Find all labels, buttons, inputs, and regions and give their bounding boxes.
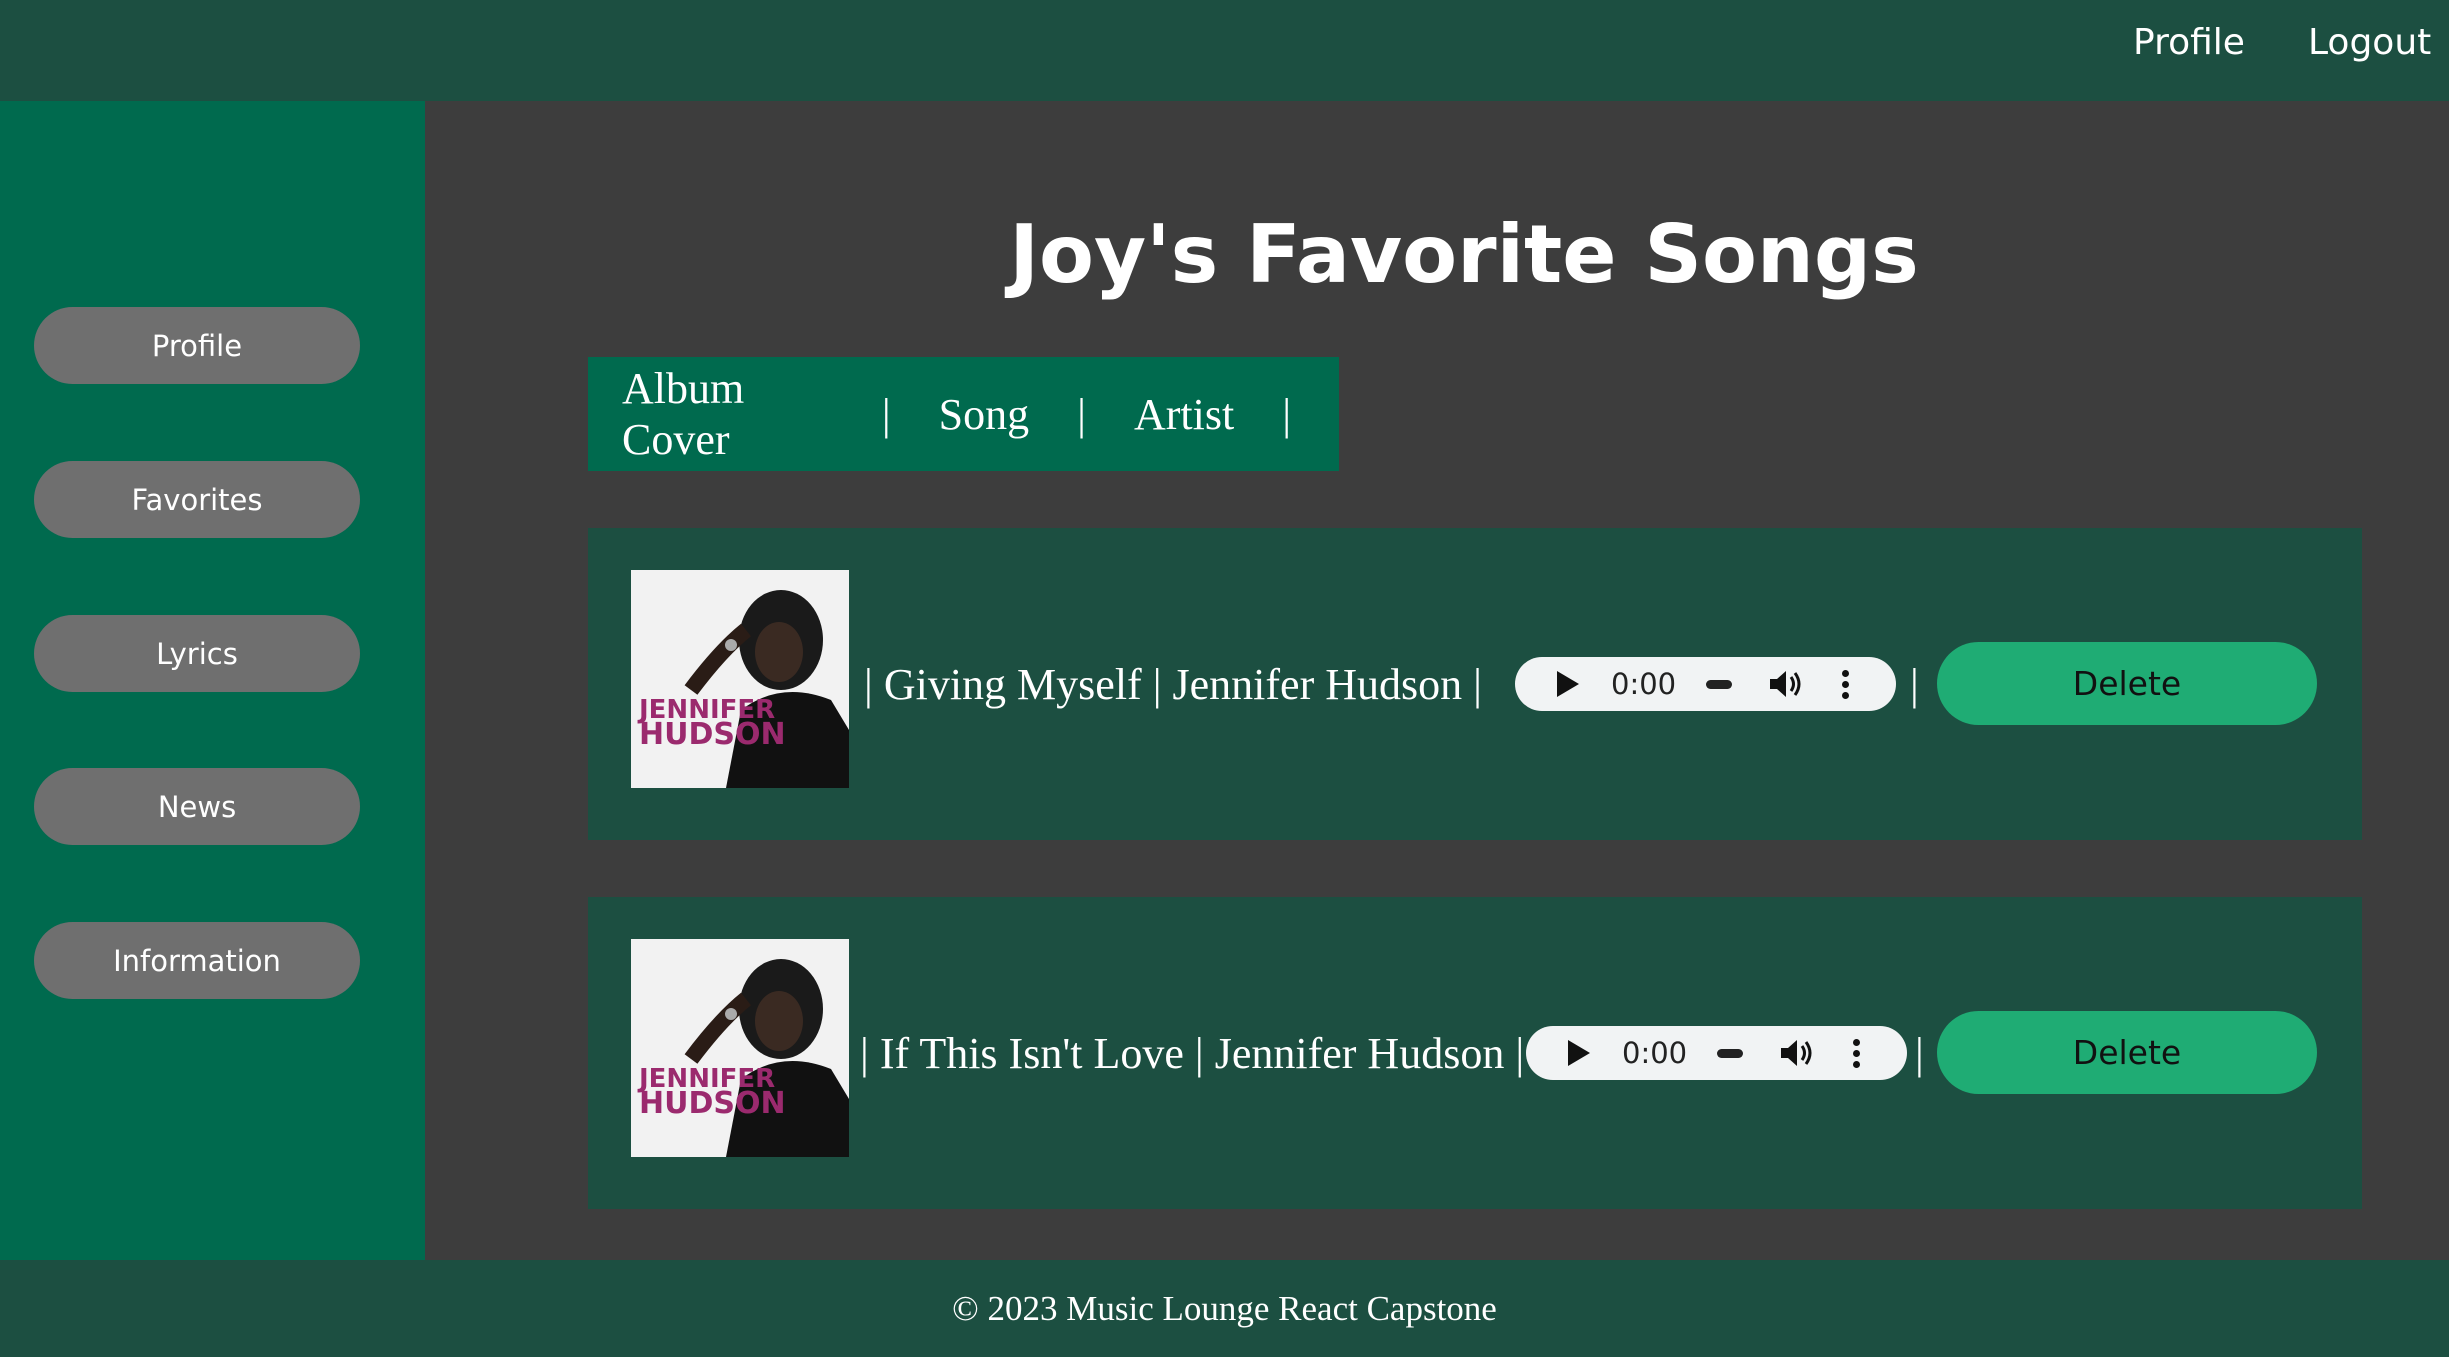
song-title: If This Isn't Love [879,1028,1184,1078]
song-row: JENNIFER HUDSON | If This Isn't Love | J… [588,897,2362,1209]
sidebar: Profile Favorites Lyrics News Informatio… [0,101,425,1260]
sidebar-item-information[interactable]: Information [34,922,360,999]
topnav-profile-link[interactable]: Profile [2133,22,2245,63]
header-song: Song [938,389,1030,439]
audio-time: 0:00 [1622,1036,1688,1070]
album-cover-image: JENNIFER HUDSON [631,939,849,1157]
sidebar-item-favorites[interactable]: Favorites [34,461,360,538]
footer: © 2023 Music Lounge React Capstone [0,1260,2449,1357]
audio-player[interactable]: 0:00 [1526,1026,1907,1080]
audio-player[interactable]: 0:00 [1515,657,1896,711]
song-artist: Jennifer Hudson [1172,659,1463,709]
song-info: | If This Isn't Love | Jennifer Hudson | [860,1028,1525,1078]
play-icon[interactable] [1557,671,1579,697]
svg-text:HUDSON: HUDSON [639,717,786,752]
song-title: Giving Myself [883,659,1142,709]
svg-text:HUDSON: HUDSON [639,1086,786,1121]
table-header: Album Cover | Song | Artist | [588,357,1339,471]
topnav-logout-link[interactable]: Logout [2308,22,2431,63]
delete-button[interactable]: Delete [1937,642,2317,725]
header-separator: | [881,389,891,439]
album-cover-art-icon: JENNIFER HUDSON [631,570,849,788]
audio-progress-slider[interactable] [1717,1048,1744,1058]
header-album-cover: Album Cover [622,364,745,464]
audio-time: 0:00 [1611,667,1677,701]
album-cover-image: JENNIFER HUDSON [631,570,849,788]
volume-icon[interactable] [1779,1037,1815,1069]
separator: | [1910,659,1919,709]
more-options-icon[interactable] [1842,669,1850,699]
header-separator: | [1077,389,1086,439]
song-info: | Giving Myself | Jennifer Hudson | [864,659,1482,709]
sidebar-item-news[interactable]: News [34,768,360,845]
top-navbar: Profile Logout [0,0,2449,101]
header-artist: Artist [1133,389,1235,439]
play-icon[interactable] [1568,1040,1590,1066]
song-artist: Jennifer Hudson [1214,1028,1505,1078]
header-separator: | [1282,389,1291,439]
audio-progress-slider[interactable] [1706,679,1733,689]
song-row: JENNIFER HUDSON | Giving Myself | Jennif… [588,528,2362,840]
page-title: Joy's Favorite Songs [1009,208,1919,301]
sidebar-item-profile[interactable]: Profile [34,307,360,384]
delete-button[interactable]: Delete [1937,1011,2317,1094]
more-options-icon[interactable] [1853,1038,1861,1068]
separator: | [1915,1028,1924,1078]
album-cover-art-icon: JENNIFER HUDSON [631,939,849,1157]
sidebar-item-lyrics[interactable]: Lyrics [34,615,360,692]
footer-copyright: © 2023 Music Lounge React Capstone [952,1288,1497,1328]
volume-icon[interactable] [1768,668,1804,700]
